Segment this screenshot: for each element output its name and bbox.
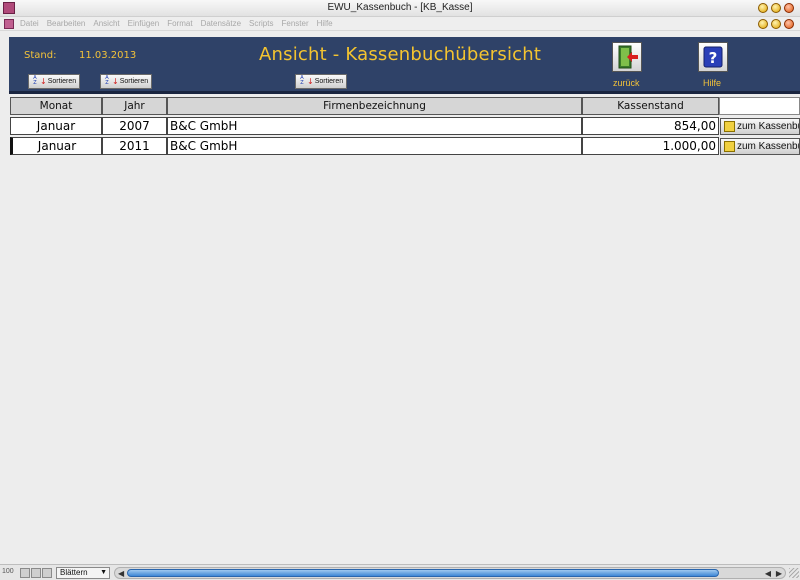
help-icon-glyph: ? (709, 49, 718, 67)
resize-grip-icon[interactable] (789, 568, 799, 578)
help-label: Hilfe (703, 78, 722, 88)
cell-monat[interactable]: Januar (10, 117, 102, 135)
document-window-controls (758, 19, 794, 29)
menu-einfuegen[interactable]: Einfügen (128, 19, 160, 28)
sort-button-label: Sortieren (47, 78, 77, 85)
window-titlebar[interactable]: EWU_Kassenbuch - [KB_Kasse] (0, 0, 800, 17)
cell-firma[interactable]: B&C GmbH (167, 117, 582, 135)
zum-kassenbuch-label: zum Kassenbuch (737, 121, 799, 132)
sort-az-icon: AZ (105, 75, 109, 86)
doc-maximize-button[interactable] (771, 19, 781, 29)
column-header-blank (719, 97, 800, 115)
cell-firma[interactable]: B&C GmbH (167, 137, 582, 155)
scrollbar-thumb[interactable] (127, 569, 719, 577)
window-title: EWU_Kassenbuch - [KB_Kasse] (327, 2, 473, 13)
stand-date: 11.03.2013 (79, 50, 137, 61)
zum-kassenbuch-label: zum Kassenbuch (737, 141, 799, 152)
sort-az-icon: AZ (33, 75, 37, 86)
cell-kassenstand[interactable]: 1.000,00 (582, 137, 719, 155)
menu-datei[interactable]: Datei (20, 19, 39, 28)
exit-door-icon (618, 45, 638, 69)
menu-scripts[interactable]: Scripts (249, 19, 273, 28)
column-header-jahr: Jahr (102, 97, 167, 115)
scroll-left-icon[interactable]: ◀ (118, 569, 124, 578)
menu-bar: Datei Bearbeiten Ansicht Einfügen Format… (0, 17, 800, 31)
table-row[interactable]: Januar 2011 B&C GmbH 1.000,00 zum Kassen… (10, 137, 800, 155)
book-icon (724, 141, 735, 152)
menu-ansicht[interactable]: Ansicht (93, 19, 119, 28)
cell-kassenstand[interactable]: 854,00 (582, 117, 719, 135)
sort-button-label: Sortieren (314, 78, 344, 85)
menu-items: Datei Bearbeiten Ansicht Einfügen Format… (20, 19, 333, 28)
doc-minimize-button[interactable] (758, 19, 768, 29)
status-area-icon[interactable] (42, 568, 52, 578)
minimize-button[interactable] (758, 3, 768, 13)
cell-jahr[interactable]: 2011 (102, 137, 167, 155)
mode-select[interactable]: Blättern ▼ (56, 567, 110, 579)
column-header-monat: Monat (10, 97, 102, 115)
menu-fenster[interactable]: Fenster (281, 19, 308, 28)
sort-jahr-button[interactable]: AZ ↓ Sortieren (100, 74, 153, 89)
maximize-button[interactable] (771, 3, 781, 13)
zoom-level[interactable]: 100 (2, 568, 14, 575)
menu-format[interactable]: Format (167, 19, 192, 28)
menu-datensaetze[interactable]: Datensätze (201, 19, 241, 28)
sort-monat-button[interactable]: AZ ↓ Sortieren (28, 74, 81, 89)
sort-firma-button[interactable]: AZ ↓ Sortieren (295, 74, 348, 89)
table-header: Monat Jahr Firmenbezeichnung Kassenstand (10, 97, 800, 115)
cell-jahr[interactable]: 2007 (102, 117, 167, 135)
window-controls (758, 3, 794, 13)
mode-select-value: Blättern (60, 568, 88, 577)
horizontal-scrollbar[interactable]: ◀ ◀ ▶ (114, 567, 786, 579)
stand-label: Stand: (24, 50, 57, 61)
sort-arrow-icon: ↓ (40, 76, 47, 86)
zoom-in-icon[interactable] (31, 568, 41, 578)
back-button[interactable] (612, 42, 642, 72)
cell-monat[interactable]: Januar (10, 137, 102, 155)
sort-button-label: Sortieren (119, 78, 149, 85)
sort-arrow-icon: ↓ (307, 76, 314, 86)
chevron-down-icon: ▼ (100, 569, 107, 576)
page-title: Ansicht - Kassenbuchübersicht (259, 44, 542, 65)
back-label: zurück (613, 78, 640, 88)
zoom-out-icon[interactable] (20, 568, 30, 578)
zum-kassenbuch-button[interactable]: zum Kassenbuch (720, 138, 800, 155)
table-row[interactable]: Januar 2007 B&C GmbH 854,00 zum Kassenbu… (10, 117, 800, 135)
sort-arrow-icon: ↓ (112, 76, 119, 86)
help-icon: ? (703, 46, 723, 68)
scroll-left-icon-2[interactable]: ◀ (765, 569, 771, 578)
book-icon (724, 121, 735, 132)
menu-bearbeiten[interactable]: Bearbeiten (47, 19, 86, 28)
close-button[interactable] (784, 3, 794, 13)
sort-az-icon: AZ (300, 75, 304, 86)
column-header-kassenstand: Kassenstand (582, 97, 719, 115)
header-panel: Stand: 11.03.2013 Ansicht - Kassenbuchüb… (9, 37, 800, 94)
menu-hilfe[interactable]: Hilfe (317, 19, 333, 28)
document-icon[interactable] (4, 19, 14, 29)
zum-kassenbuch-button[interactable]: zum Kassenbuch (720, 118, 800, 135)
scroll-right-icon[interactable]: ▶ (776, 569, 782, 578)
help-button[interactable]: ? (698, 42, 728, 72)
status-bar: 100 Blättern ▼ ◀ ◀ ▶ (0, 564, 800, 580)
doc-close-button[interactable] (784, 19, 794, 29)
column-header-firmenbezeichnung: Firmenbezeichnung (167, 97, 582, 115)
